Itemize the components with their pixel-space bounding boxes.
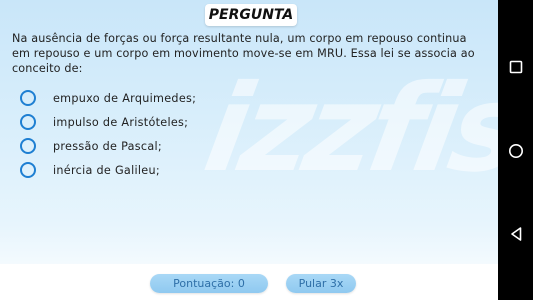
radio-button-icon[interactable] <box>20 90 36 106</box>
radio-button-icon[interactable] <box>20 138 36 154</box>
footer-bar: Pontuação: 0 Pular 3x <box>0 264 498 300</box>
back-button[interactable] <box>498 219 533 249</box>
skip-label: Pular 3x <box>298 277 344 290</box>
triangle-back-icon <box>510 227 521 241</box>
answer-options: empuxo de Arquimedes; impulso de Aristót… <box>20 86 320 182</box>
radio-button-icon[interactable] <box>20 162 36 178</box>
answer-option-1[interactable]: empuxo de Arquimedes; <box>20 86 320 110</box>
score-label: Pontuação: 0 <box>173 277 245 290</box>
recents-button[interactable] <box>498 52 533 82</box>
quiz-screen: izzfis PERGUNTA Na ausência de forças ou… <box>0 0 498 300</box>
answer-option-label: inércia de Galileu; <box>53 163 160 177</box>
radio-button-icon[interactable] <box>20 114 36 130</box>
score-button[interactable]: Pontuação: 0 <box>150 274 268 293</box>
answer-option-2[interactable]: impulso de Aristóteles; <box>20 110 320 134</box>
circle-home-icon <box>508 144 523 158</box>
question-text: Na ausência de forças ou força resultant… <box>12 32 475 75</box>
page-title: PERGUNTA <box>208 7 294 23</box>
home-button[interactable] <box>498 136 533 166</box>
android-nav-bar <box>498 0 533 300</box>
answer-option-label: pressão de Pascal; <box>53 139 163 153</box>
square-recents-icon <box>509 60 522 74</box>
answer-option-3[interactable]: pressão de Pascal; <box>20 134 320 158</box>
header-tab: PERGUNTA <box>205 4 297 26</box>
answer-option-4[interactable]: inércia de Galileu; <box>20 158 320 182</box>
skip-button[interactable]: Pular 3x <box>286 274 356 293</box>
answer-option-label: empuxo de Arquimedes; <box>53 91 197 105</box>
answer-option-label: impulso de Aristóteles; <box>53 115 189 129</box>
